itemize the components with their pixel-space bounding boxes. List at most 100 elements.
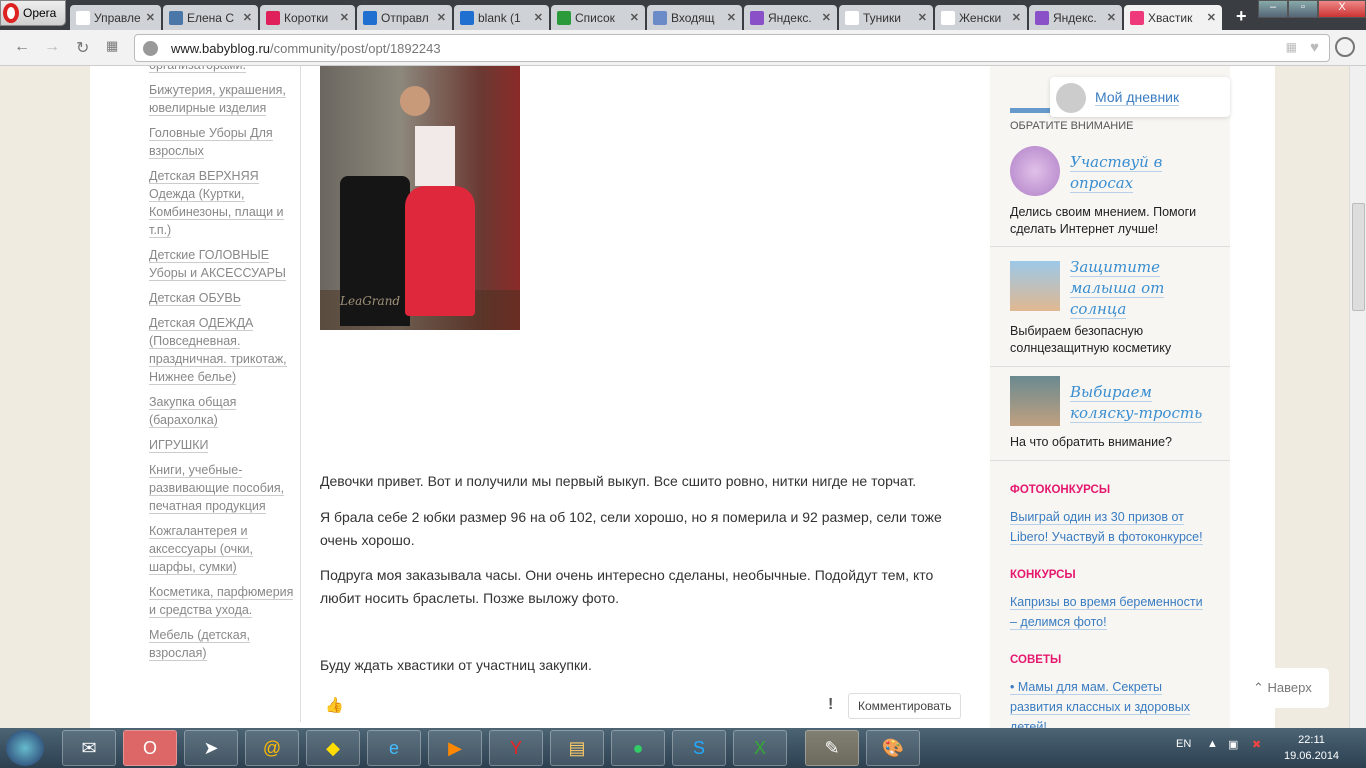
tab-title: Женски bbox=[959, 10, 1002, 25]
speed-dial-add-icon[interactable]: ▦ bbox=[1286, 40, 1297, 54]
section-link[interactable]: Выиграй один из 30 призов от Libero! Уча… bbox=[1010, 507, 1210, 547]
start-button[interactable] bbox=[6, 730, 44, 766]
category-link[interactable]: Детские ГОЛОВНЫЕ Уборы и АКСЕССУАРЫ bbox=[149, 246, 294, 282]
promo-item[interactable]: Выбираем коляску-трость На что обратить … bbox=[990, 367, 1230, 461]
back-icon[interactable]: ← bbox=[14, 38, 30, 56]
promo-link[interactable]: Участвуй в опросах bbox=[1070, 152, 1220, 194]
excel-icon[interactable]: X bbox=[733, 730, 787, 766]
opera-menu-label: Opera bbox=[23, 6, 57, 20]
mail-agent-icon[interactable]: @ bbox=[245, 730, 299, 766]
forward-icon[interactable]: → bbox=[44, 38, 60, 56]
browser-tab[interactable]: blank (1 ✕ bbox=[454, 5, 549, 30]
promo-link[interactable]: Защитите малыша от солнца bbox=[1070, 257, 1220, 320]
back-to-top-button[interactable]: ⌃ Наверх bbox=[1238, 668, 1329, 708]
category-link[interactable]: Книги, учебные-развивающие пособия, печа… bbox=[149, 461, 294, 515]
tab-close-icon[interactable]: ✕ bbox=[1207, 11, 1216, 24]
maximize-button[interactable]: ▫ bbox=[1288, 0, 1318, 18]
opera-logo-icon bbox=[3, 3, 19, 23]
address-bar[interactable]: www.babyblog.ru/community/post/opt/18922… bbox=[134, 34, 1330, 62]
category-link[interactable]: Кожгалантерея и аксессуары (очки, шарфы,… bbox=[149, 522, 294, 576]
green-app-icon[interactable]: ● bbox=[611, 730, 665, 766]
tab-close-icon[interactable]: ✕ bbox=[918, 11, 927, 24]
promo-image bbox=[1010, 146, 1060, 196]
palette-app-icon[interactable]: 🎨 bbox=[866, 730, 920, 766]
language-indicator[interactable]: EN bbox=[1176, 738, 1191, 750]
tab-close-icon[interactable]: ✕ bbox=[822, 11, 831, 24]
yandex-browser-icon[interactable]: Y bbox=[489, 730, 543, 766]
browser-tab[interactable]: Управле ✕ bbox=[70, 5, 161, 30]
tab-favicon-icon bbox=[169, 10, 183, 25]
browser-tab[interactable]: Женски ✕ bbox=[935, 5, 1027, 30]
comment-button[interactable]: Комментировать bbox=[848, 693, 962, 719]
batman-app-icon[interactable]: ◆ bbox=[306, 730, 360, 766]
tab-close-icon[interactable]: ✕ bbox=[243, 11, 252, 24]
internet-explorer-icon[interactable]: e bbox=[367, 730, 421, 766]
tab-close-icon[interactable]: ✕ bbox=[534, 11, 543, 24]
post-paragraph: Девочки привет. Вот и получили мы первый… bbox=[320, 473, 917, 489]
tab-favicon-icon bbox=[941, 10, 955, 25]
speed-dial-icon[interactable]: ▦ bbox=[106, 38, 118, 54]
scrollbar-thumb[interactable] bbox=[1352, 203, 1365, 311]
browser-tab[interactable]: Туники ✕ bbox=[839, 5, 933, 30]
tab-title: Хвастик bbox=[1148, 10, 1193, 25]
like-thumb-icon[interactable]: 👍 bbox=[325, 696, 344, 714]
close-window-button[interactable]: X bbox=[1318, 0, 1366, 18]
tab-close-icon[interactable]: ✕ bbox=[1012, 11, 1021, 24]
promo-item[interactable]: Участвуй в опросах Делись своим мнением.… bbox=[990, 146, 1230, 247]
skype-icon[interactable]: S bbox=[672, 730, 726, 766]
show-hidden-icons[interactable]: ▲ bbox=[1207, 738, 1218, 750]
browser-tab[interactable]: Отправл ✕ bbox=[357, 5, 452, 30]
minimize-button[interactable]: – bbox=[1258, 0, 1288, 18]
my-diary-button[interactable]: Мой дневник bbox=[1050, 77, 1230, 117]
opera-menu-button[interactable]: Opera bbox=[0, 0, 66, 26]
category-link[interactable]: Детская ВЕРХНЯЯ Одежда (Куртки, Комбинез… bbox=[149, 167, 294, 239]
category-link[interactable]: Мебель (детская, взрослая) bbox=[149, 626, 294, 662]
category-link[interactable]: Бижутерия, украшения, ювелирные изделия bbox=[149, 81, 294, 117]
network-icon[interactable]: ▣ bbox=[1228, 738, 1238, 751]
tab-close-icon[interactable]: ✕ bbox=[630, 11, 639, 24]
paint-app-icon[interactable]: ✎ bbox=[805, 730, 859, 766]
navigation-bar: ← → ↻ ▦ www.babyblog.ru/community/post/o… bbox=[0, 30, 1366, 66]
promo-link[interactable]: Выбираем коляску-трость bbox=[1070, 382, 1220, 424]
clock[interactable]: 22:11 19.06.2014 bbox=[1284, 732, 1339, 764]
tab-close-icon[interactable]: ✕ bbox=[727, 11, 736, 24]
category-link[interactable]: организаторами. bbox=[149, 66, 294, 74]
browser-tab[interactable]: Елена С ✕ bbox=[163, 5, 258, 30]
reload-icon[interactable]: ↻ bbox=[76, 38, 89, 58]
category-link[interactable]: Косметика, парфюмерия и средства ухода. bbox=[149, 583, 294, 619]
vertical-scrollbar[interactable] bbox=[1349, 66, 1366, 728]
bookmark-heart-icon[interactable]: ♥ bbox=[1310, 39, 1319, 56]
category-link[interactable]: ИГРУШКИ bbox=[149, 436, 294, 454]
tab-favicon-icon bbox=[845, 10, 859, 25]
downloads-icon[interactable] bbox=[1335, 37, 1355, 57]
site-info-icon[interactable] bbox=[143, 41, 158, 56]
cursor-app-icon[interactable]: ➤ bbox=[184, 730, 238, 766]
browser-tab[interactable]: Входящ ✕ bbox=[647, 5, 742, 30]
tab-close-icon[interactable]: ✕ bbox=[146, 11, 155, 24]
media-player-icon[interactable]: ▶ bbox=[428, 730, 482, 766]
tab-close-icon[interactable]: ✕ bbox=[340, 11, 349, 24]
section-link[interactable]: Капризы во время беременности – делимся … bbox=[1010, 592, 1210, 632]
browser-tab[interactable]: Хвастик ✕ bbox=[1124, 5, 1222, 30]
browser-tab[interactable]: Коротки ✕ bbox=[260, 5, 355, 30]
category-link[interactable]: Головные Уборы Для взрослых bbox=[149, 124, 294, 160]
category-link[interactable]: Детская ОДЕЖДА (Повседневная. празднична… bbox=[149, 314, 294, 386]
section-link[interactable]: • Мамы для мам. Секреты развития классны… bbox=[1010, 677, 1210, 728]
browser-tab[interactable]: Список ✕ bbox=[551, 5, 645, 30]
post-photo[interactable]: LeaGrand bbox=[320, 66, 520, 330]
mail-app-icon[interactable]: ✉ bbox=[62, 730, 116, 766]
category-link[interactable]: Закупка общая (барахолка) bbox=[149, 393, 294, 429]
browser-tab[interactable]: Яндекс. ✕ bbox=[744, 5, 837, 30]
volume-icon[interactable]: ✖ bbox=[1252, 738, 1261, 751]
category-link[interactable]: Детская ОБУВЬ bbox=[149, 289, 294, 307]
section-title: КОНКУРСЫ bbox=[1010, 569, 1076, 581]
promo-item[interactable]: Защитите малыша от солнца Выбираем безоп… bbox=[990, 247, 1230, 367]
explorer-icon[interactable]: ▤ bbox=[550, 730, 604, 766]
opera-app-icon[interactable]: O bbox=[123, 730, 177, 766]
report-button[interactable]: ! bbox=[828, 696, 833, 714]
tab-close-icon[interactable]: ✕ bbox=[1107, 11, 1116, 24]
tab-close-icon[interactable]: ✕ bbox=[437, 11, 446, 24]
browser-tab[interactable]: Яндекс. ✕ bbox=[1029, 5, 1122, 30]
new-tab-button[interactable]: + bbox=[1236, 6, 1247, 27]
tab-favicon-icon bbox=[557, 10, 571, 25]
